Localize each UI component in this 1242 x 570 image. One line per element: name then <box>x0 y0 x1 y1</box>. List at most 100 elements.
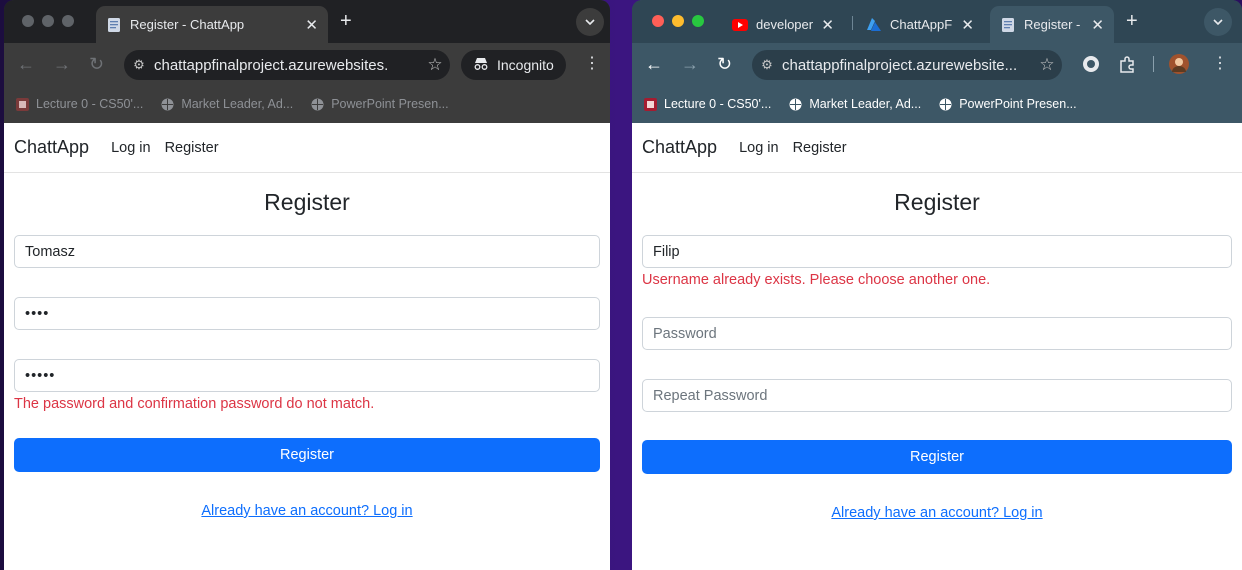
bookmark-label: Market Leader, Ad... <box>809 97 922 111</box>
back-icon[interactable]: ← <box>17 54 35 74</box>
bookmarks-bar: Lecture 0 - CS50'... Market Leader, Ad..… <box>632 85 1242 123</box>
azure-icon <box>866 17 882 33</box>
tab-youtube[interactable]: developerli ✕ <box>722 6 844 43</box>
reload-icon[interactable]: ↻ <box>89 54 104 74</box>
url-text: chattappfinalproject.azurewebsites. <box>154 56 389 74</box>
browser-window-main: developerli ✕ ChattAppF ✕ Register - C ✕… <box>632 0 1242 570</box>
bookmark-item[interactable]: PowerPoint Presen... <box>310 97 449 111</box>
username-field[interactable]: Tomasz <box>14 235 600 268</box>
password-field[interactable] <box>642 317 1232 350</box>
globe-icon <box>938 97 952 111</box>
page-content: ChattApp Log in Register Register Tomasz… <box>4 123 610 570</box>
bookmark-item[interactable]: Market Leader, Ad... <box>160 97 293 111</box>
register-form: Register Filip Username already exists. … <box>632 189 1242 521</box>
site-navbar: ChattApp Log in Register <box>632 123 1242 173</box>
chevron-down-icon[interactable] <box>1204 8 1232 36</box>
youtube-icon <box>732 17 748 33</box>
extension-icon[interactable] <box>1082 55 1100 78</box>
password-error: The password and confirmation password d… <box>14 396 375 412</box>
bookmark-label: PowerPoint Presen... <box>959 97 1077 111</box>
password-field[interactable]: •••• <box>14 297 600 330</box>
tab-title: Register - ChattApp <box>130 17 245 32</box>
puzzle-icon[interactable] <box>1118 55 1136 78</box>
star-icon[interactable]: ☆ <box>1032 55 1062 75</box>
document-icon <box>1000 17 1016 33</box>
register-button[interactable]: Register <box>14 438 600 472</box>
bookmarks-bar: Lecture 0 - CS50'... Market Leader, Ad..… <box>4 85 610 123</box>
bookmark-item[interactable]: Lecture 0 - CS50'... <box>15 97 143 111</box>
bookmark-label: Lecture 0 - CS50'... <box>36 97 144 111</box>
address-bar[interactable]: ⚙ chattappfinalproject.azurewebsites. ☆ <box>124 50 450 80</box>
new-tab-button[interactable]: + <box>340 11 352 31</box>
tab-title: developerli <box>756 17 814 32</box>
bookmark-label: Market Leader, Ad... <box>181 97 294 111</box>
incognito-badge[interactable]: Incognito <box>461 50 566 80</box>
forward-icon[interactable]: → <box>53 54 71 74</box>
harvard-icon <box>15 97 29 111</box>
tab-strip: developerli ✕ ChattAppF ✕ Register - C ✕… <box>632 0 1242 43</box>
more-menu-icon[interactable]: ⋮ <box>584 55 600 73</box>
harvard-icon <box>643 97 657 111</box>
bookmark-label: PowerPoint Presen... <box>331 97 449 111</box>
toolbar: ← → ↻ ⚙ chattappfinalproject.azurewebsit… <box>4 43 610 85</box>
tab-title: ChattAppF <box>890 17 953 32</box>
close-window-button[interactable] <box>22 15 34 27</box>
zoom-window-button[interactable] <box>692 15 704 27</box>
url-text: chattappfinalproject.azurewebsite... <box>782 56 1018 74</box>
incognito-label: Incognito <box>497 57 554 73</box>
bookmark-label: Lecture 0 - CS50'... <box>664 97 772 111</box>
tab-azure[interactable]: ChattAppF ✕ <box>856 6 984 43</box>
site-info-icon[interactable]: ⚙ <box>124 57 154 73</box>
brand-link[interactable]: ChattApp <box>642 137 717 158</box>
tab-title: Register - C <box>1024 17 1083 32</box>
toolbar: ← → ↻ ⚙ chattappfinalproject.azurewebsit… <box>632 43 1242 85</box>
tab-register[interactable]: Register - ChattApp ✕ <box>96 6 328 43</box>
reload-icon[interactable]: ↻ <box>717 54 732 74</box>
username-error: Username already exists. Please choose a… <box>642 272 991 288</box>
chevron-down-icon[interactable] <box>576 8 604 36</box>
login-link[interactable]: Already have an account? Log in <box>14 503 600 519</box>
incognito-icon <box>473 57 489 74</box>
close-icon[interactable]: ✕ <box>961 16 974 34</box>
back-icon[interactable]: ← <box>645 54 663 74</box>
tab-strip: Register - ChattApp ✕ + <box>4 0 610 43</box>
star-icon[interactable]: ☆ <box>420 55 450 75</box>
nav-login-link[interactable]: Log in <box>111 140 151 156</box>
tab-register-active[interactable]: Register - C ✕ <box>990 6 1114 43</box>
address-bar[interactable]: ⚙ chattappfinalproject.azurewebsite... ☆ <box>752 50 1062 80</box>
bookmark-item[interactable]: PowerPoint Presen... <box>938 97 1077 111</box>
bookmark-item[interactable]: Lecture 0 - CS50'... <box>643 97 771 111</box>
register-form: Register Tomasz •••• ••••• The password … <box>4 189 610 519</box>
zoom-window-button[interactable] <box>62 15 74 27</box>
tab-divider <box>852 16 853 30</box>
close-icon[interactable]: ✕ <box>821 16 834 34</box>
forward-icon[interactable]: → <box>681 54 699 74</box>
nav-register-link[interactable]: Register <box>793 140 847 156</box>
globe-icon <box>160 97 174 111</box>
login-link[interactable]: Already have an account? Log in <box>642 505 1232 521</box>
bookmark-item[interactable]: Market Leader, Ad... <box>788 97 921 111</box>
brand-link[interactable]: ChattApp <box>14 137 89 158</box>
nav-register-link[interactable]: Register <box>165 140 219 156</box>
page-content: ChattApp Log in Register Register Filip … <box>632 123 1242 570</box>
new-tab-button[interactable]: + <box>1126 11 1138 31</box>
close-window-button[interactable] <box>652 15 664 27</box>
page-title: Register <box>264 189 350 215</box>
document-icon <box>106 17 122 33</box>
minimize-window-button[interactable] <box>672 15 684 27</box>
site-info-icon[interactable]: ⚙ <box>752 57 782 73</box>
minimize-window-button[interactable] <box>42 15 54 27</box>
register-button[interactable]: Register <box>642 440 1232 474</box>
more-menu-icon[interactable]: ⋮ <box>1212 55 1228 73</box>
username-field[interactable]: Filip <box>642 235 1232 268</box>
close-icon[interactable]: ✕ <box>305 16 318 34</box>
page-title: Register <box>894 189 980 215</box>
repeat-password-field[interactable]: ••••• <box>14 359 600 392</box>
site-navbar: ChattApp Log in Register <box>4 123 610 173</box>
browser-window-incognito: Register - ChattApp ✕ + ← → ↻ ⚙ chattapp… <box>4 0 610 570</box>
nav-login-link[interactable]: Log in <box>739 140 779 156</box>
avatar[interactable] <box>1169 54 1189 79</box>
repeat-password-field[interactable] <box>642 379 1232 412</box>
toolbar-divider <box>1153 56 1154 72</box>
close-icon[interactable]: ✕ <box>1091 16 1104 34</box>
